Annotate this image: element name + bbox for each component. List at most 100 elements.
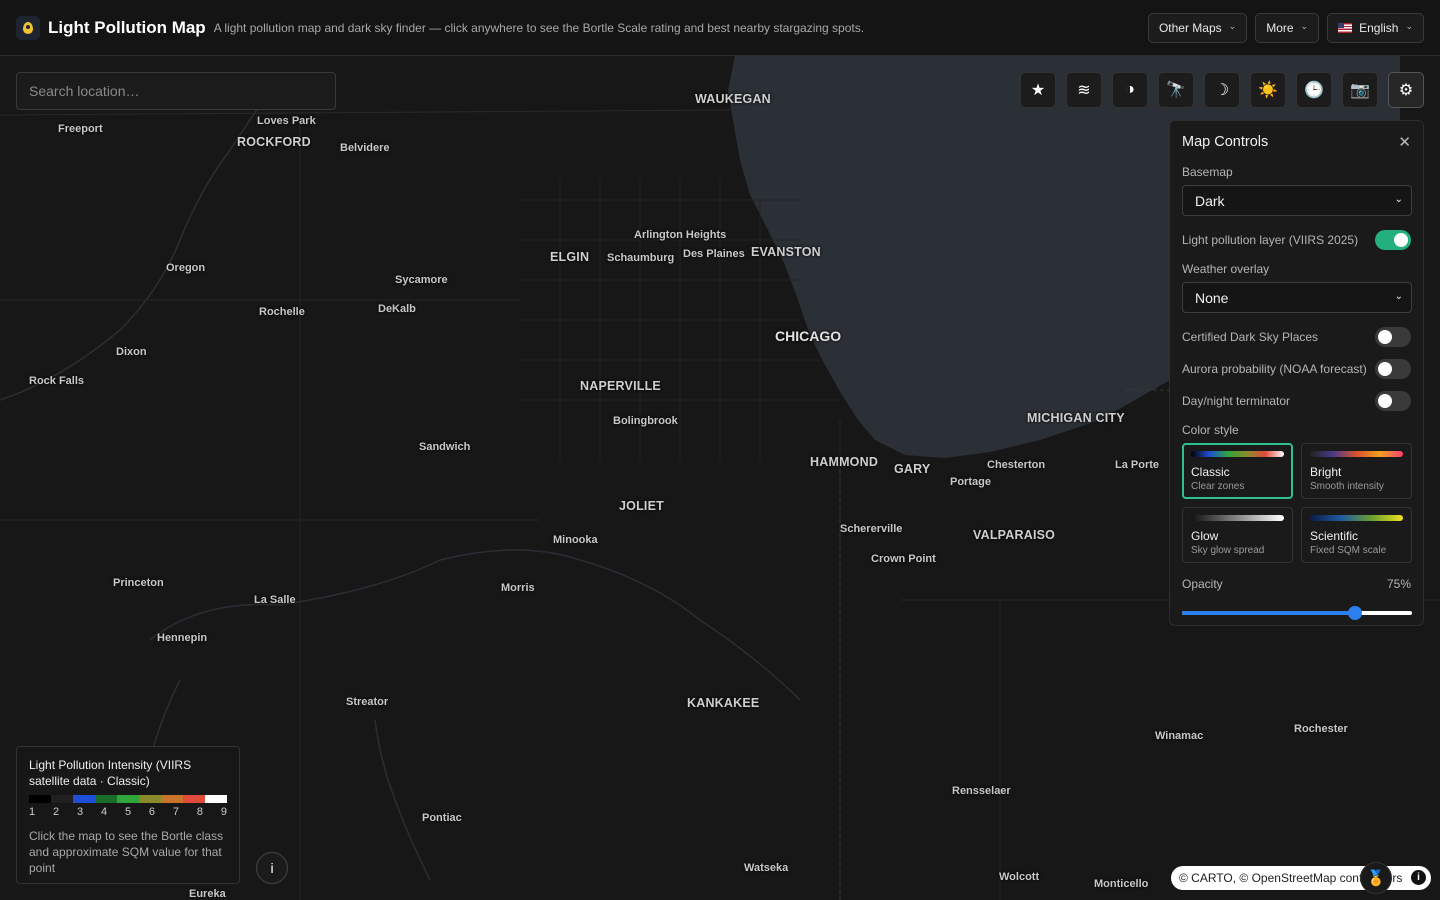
more-button[interactable]: More ⌄: [1255, 12, 1320, 43]
city-label: MICHIGAN CITY: [1027, 411, 1125, 425]
light-layer-toggle[interactable]: [1375, 230, 1411, 250]
city-label: Portage: [950, 476, 991, 488]
legend-swatch: [117, 795, 139, 803]
legend-scale-number: 2: [52, 806, 60, 818]
legend-swatch: [139, 795, 161, 803]
telescope-icon[interactable]: 🔭: [1158, 72, 1194, 108]
legend-swatch: [161, 795, 183, 803]
city-label: Bolingbrook: [613, 415, 678, 427]
classic-gradient: [1191, 451, 1284, 457]
camera-icon[interactable]: 📷: [1342, 72, 1378, 108]
legend-color-bar: [29, 795, 227, 803]
info-button[interactable]: i: [256, 852, 288, 884]
weather-select[interactable]: None ⌄: [1182, 282, 1412, 313]
city-label: Chesterton: [987, 459, 1046, 471]
chevron-down-icon: ⌄: [1394, 194, 1403, 205]
city-label: Rochelle: [259, 306, 305, 318]
style-card-classic[interactable]: Classic Clear zones: [1182, 443, 1293, 499]
close-icon[interactable]: ✕: [1398, 133, 1411, 151]
legend-swatch: [51, 795, 73, 803]
city-label: Wolcott: [999, 871, 1040, 883]
terminator-toggle[interactable]: [1375, 391, 1411, 411]
city-label: Minooka: [553, 534, 598, 546]
city-label: KANKAKEE: [687, 696, 760, 710]
opacity-label: Opacity: [1182, 577, 1223, 591]
sun-icon[interactable]: ☀️: [1250, 72, 1286, 108]
panel-title: Map Controls: [1182, 134, 1269, 150]
info-icon[interactable]: i: [1411, 870, 1426, 885]
city-label: La Salle: [254, 594, 296, 606]
city-label: DeKalb: [378, 303, 416, 315]
style-name: Bright: [1310, 465, 1342, 479]
legend-scale: 1 2 3 4 5 6 7 8 9: [29, 806, 227, 818]
app-title: Light Pollution Map: [48, 17, 206, 37]
contrast-icon[interactable]: ◑: [1112, 72, 1148, 108]
legend-scale-number: 4: [100, 806, 108, 818]
more-label: More: [1266, 20, 1294, 35]
light-layer-label: Light pollution layer (VIIRS 2025): [1182, 233, 1359, 247]
weather-value: None: [1195, 289, 1229, 306]
medal-icon[interactable]: 🏅: [1360, 862, 1392, 894]
city-label: Oregon: [166, 262, 206, 274]
legend-swatch: [205, 795, 227, 803]
legend-scale-number: 7: [172, 806, 180, 818]
style-desc: Clear zones: [1191, 481, 1245, 492]
aurora-label: Aurora probability (NOAA forecast): [1182, 362, 1367, 376]
star-icon[interactable]: ★: [1020, 72, 1056, 108]
dark-sky-label: Certified Dark Sky Places: [1182, 330, 1319, 344]
other-maps-button[interactable]: Other Maps ⌄: [1147, 12, 1248, 43]
bright-gradient: [1310, 451, 1403, 457]
gear-icon[interactable]: ⚙: [1388, 72, 1424, 108]
legend-help-text: Click the map to see the Bortle class an…: [29, 829, 224, 875]
language-button[interactable]: English ⌄: [1327, 12, 1424, 43]
app-subtitle: A light pollution map and dark sky finde…: [213, 20, 865, 35]
legend-swatch: [73, 795, 95, 803]
terminator-label: Day/night terminator: [1182, 394, 1291, 408]
city-label: Sycamore: [395, 274, 448, 286]
basemap-label: Basemap: [1182, 165, 1233, 179]
city-label: Schaumburg: [607, 252, 675, 264]
style-name: Classic: [1191, 465, 1230, 479]
style-card-scientific[interactable]: Scientific Fixed SQM scale: [1301, 507, 1412, 563]
city-label: ROCKFORD: [237, 135, 311, 149]
waves-icon[interactable]: ≋: [1066, 72, 1102, 108]
weather-label: Weather overlay: [1182, 262, 1270, 276]
basemap-value: Dark: [1195, 192, 1225, 209]
chevron-down-icon: ⌄: [1405, 21, 1413, 31]
map-controls-panel: Map Controls ✕ Basemap Dark ⌄ Light poll…: [1169, 120, 1424, 626]
city-label: Rensselaer: [952, 785, 1011, 797]
moon-icon[interactable]: ☽: [1204, 72, 1240, 108]
city-label: Rock Falls: [29, 375, 85, 387]
legend-scale-number: 6: [148, 806, 156, 818]
city-label: ELGIN: [550, 250, 590, 264]
opacity-slider[interactable]: [1182, 605, 1412, 621]
legend-swatch: [95, 795, 117, 803]
slider-knob[interactable]: [1347, 606, 1362, 620]
language-label: English: [1359, 20, 1399, 35]
city-label: Freeport: [58, 123, 103, 135]
city-label: Princeton: [113, 577, 164, 589]
city-label: CHICAGO: [775, 328, 842, 344]
us-flag-icon: [1338, 22, 1353, 33]
glow-gradient: [1191, 515, 1284, 521]
app-header: Light Pollution Map A light pollution ma…: [0, 0, 1440, 56]
dark-sky-toggle[interactable]: [1375, 327, 1411, 347]
legend-scale-number: 8: [196, 806, 204, 818]
city-label: VALPARAISO: [973, 528, 1056, 542]
attribution: © CARTO, © OpenStreetMap contributors i: [1171, 866, 1431, 890]
map-toolbar: ★ ≋ ◑ 🔭 ☽ ☀️ 🕒 📷 ⚙: [1020, 72, 1424, 108]
style-card-glow[interactable]: Glow Sky glow spread: [1182, 507, 1293, 563]
style-card-bright[interactable]: Bright Smooth intensity: [1301, 443, 1412, 499]
style-desc: Sky glow spread: [1191, 545, 1265, 556]
legend-swatch: [29, 795, 51, 803]
legend-scale-number: 9: [220, 806, 227, 818]
aurora-toggle[interactable]: [1375, 359, 1411, 379]
basemap-select[interactable]: Dark ⌄: [1182, 185, 1412, 216]
color-style-label: Color style: [1182, 423, 1239, 437]
city-label: Sandwich: [419, 441, 471, 453]
pin-logo-icon: [16, 15, 40, 40]
city-label: Winamac: [1155, 730, 1204, 742]
city-label: Crown Point: [871, 553, 936, 565]
clock-icon[interactable]: 🕒: [1296, 72, 1332, 108]
search-input[interactable]: [16, 72, 336, 110]
